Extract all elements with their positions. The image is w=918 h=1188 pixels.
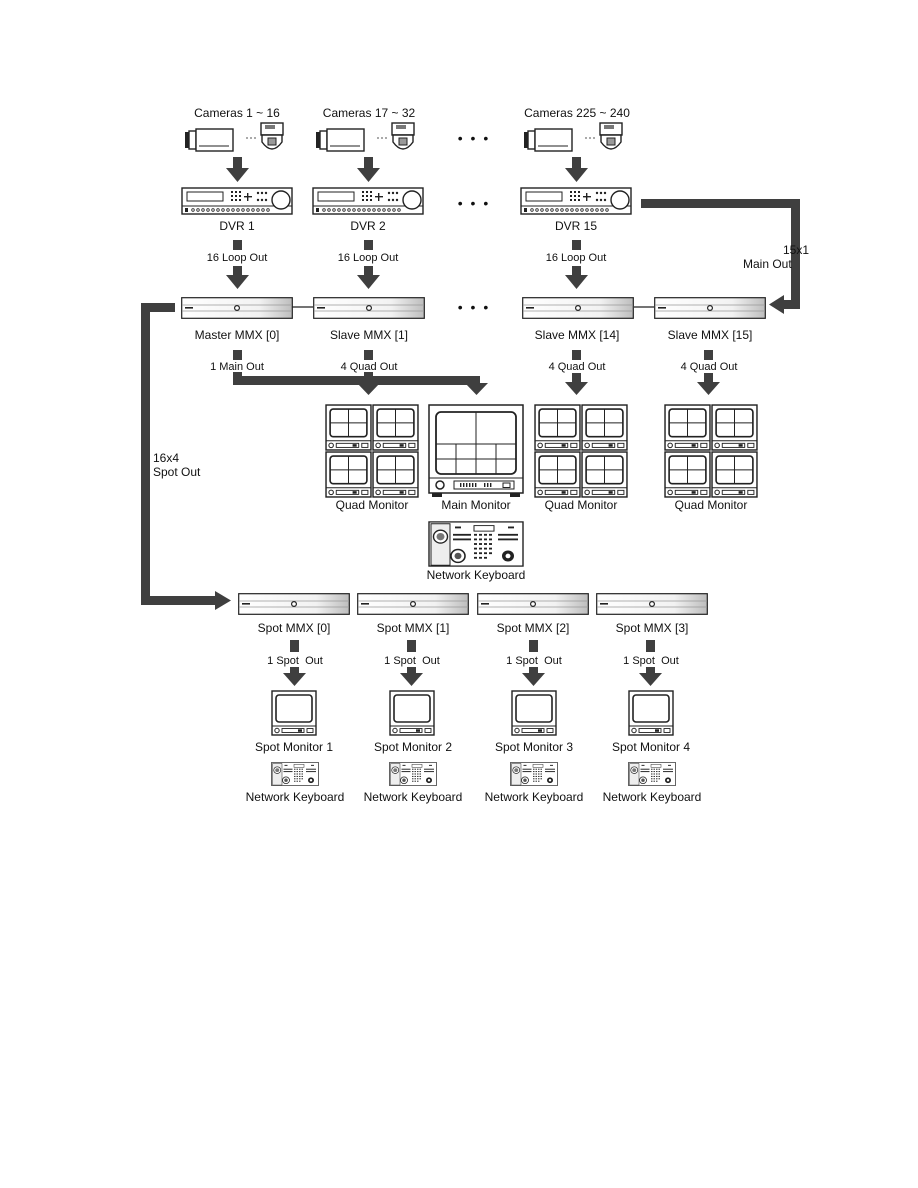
dvr-label: DVR 1 — [219, 219, 255, 233]
network-keyboard-label: Network Keyboard — [602, 790, 702, 804]
camera-group-1 — [185, 122, 245, 158]
spot-out-label: 1 Spot Out — [623, 655, 679, 667]
box-camera-icon — [185, 124, 235, 156]
loop-out-label: 16 Loop Out — [545, 252, 607, 264]
monitor-label: Quad Monitor — [335, 498, 409, 512]
spot-monitor-2-icon — [389, 690, 435, 736]
mmx-output-label: 4 Quad Out — [340, 361, 398, 373]
spot-out-link-label-line2: Spot Out — [153, 465, 201, 479]
main-out-link-label-line2: Main Out — [743, 257, 792, 271]
ellipsis: • • • — [457, 130, 491, 146]
quad-monitor-2-icon — [533, 404, 629, 498]
network-keyboard-icon — [271, 762, 319, 786]
dvr-label: DVR 2 — [350, 219, 386, 233]
spot-mmx-1-icon — [357, 593, 469, 615]
master-mmx-0-icon — [181, 297, 293, 319]
mmx-label: Slave MMX [1] — [329, 328, 409, 342]
dome-camera-icon — [598, 122, 624, 156]
loop-out-label: 16 Loop Out — [206, 252, 268, 264]
camera-group-label: Cameras 225 ~ 240 — [524, 106, 630, 120]
slave-mmx-1-icon — [313, 297, 425, 319]
arrow-camera-to-dvr-2 — [357, 157, 380, 182]
dvr-label: DVR 15 — [554, 219, 598, 233]
spot-mmx-3-icon — [596, 593, 708, 615]
spot-monitor-1-icon — [271, 690, 317, 736]
spot-monitor-label: Spot Monitor 3 — [494, 740, 574, 754]
box-camera-icon — [316, 124, 366, 156]
spot-out-label: 1 Spot Out — [267, 655, 323, 667]
network-keyboard-icon — [628, 762, 676, 786]
network-keyboard-icon — [510, 762, 558, 786]
spot-monitor-label: Spot Monitor 1 — [254, 740, 334, 754]
spot-mmx-2-icon — [477, 593, 589, 615]
mmx-output-label: 1 Main Out — [210, 361, 264, 373]
quad-monitor-3-icon — [663, 404, 759, 498]
network-keyboard-label: Network Keyboard — [484, 790, 584, 804]
camera-group-label: Cameras 1 ~ 16 — [194, 106, 280, 120]
network-keyboard-label: Network Keyboard — [245, 790, 345, 804]
camera-group-2 — [316, 122, 376, 158]
spot-out-link-label-line1: 16x4 — [153, 451, 180, 465]
slave-mmx-14-icon — [522, 297, 634, 319]
monitor-label: Main Monitor — [441, 498, 511, 512]
mmx-label: Master MMX [0] — [194, 328, 280, 342]
mmx-label: Slave MMX [15] — [667, 328, 753, 342]
quad-monitor-1-icon — [324, 404, 420, 498]
slave-mmx-15-icon — [654, 297, 766, 319]
mmx-output-label: 4 Quad Out — [548, 361, 606, 373]
dome-camera-icon — [259, 122, 285, 156]
dvr-1-icon — [181, 187, 293, 215]
dome-camera-icon — [390, 122, 416, 156]
spot-monitor-4-icon — [628, 690, 674, 736]
network-keyboard-label: Network Keyboard — [363, 790, 463, 804]
spot-monitor-label: Spot Monitor 2 — [373, 740, 453, 754]
dvr-2-icon — [312, 187, 424, 215]
spot-out-label: 1 Spot Out — [506, 655, 562, 667]
arrow-camera-to-dvr-1 — [226, 157, 249, 182]
spot-monitor-3-icon — [511, 690, 557, 736]
spot-mmx-0-icon — [238, 593, 350, 615]
main-monitor-icon — [428, 404, 524, 498]
camera-group-3 — [524, 122, 584, 158]
monitor-label: Quad Monitor — [544, 498, 618, 512]
ellipsis: • • • — [457, 195, 491, 211]
network-keyboard-icon — [428, 521, 524, 567]
spot-monitor-label: Spot Monitor 4 — [611, 740, 691, 754]
mmx-label: Slave MMX [14] — [534, 328, 620, 342]
spot-mmx-label: Spot MMX [0] — [257, 621, 331, 635]
spot-mmx-label: Spot MMX [3] — [615, 621, 689, 635]
main-out-link-label-line1: 15x1 — [782, 243, 809, 257]
loop-out-label: 16 Loop Out — [337, 252, 399, 264]
spot-out-label: 1 Spot Out — [384, 655, 440, 667]
network-keyboard-icon — [389, 762, 437, 786]
dvr-15-icon — [520, 187, 632, 215]
camera-group-label: Cameras 17 ~ 32 — [322, 106, 416, 120]
network-keyboard-label: Network Keyboard — [426, 568, 526, 582]
arrow-camera-to-dvr-15 — [565, 157, 588, 182]
ellipsis: • • • — [457, 299, 491, 315]
monitor-label: Quad Monitor — [674, 498, 748, 512]
mmx-output-label: 4 Quad Out — [680, 361, 738, 373]
box-camera-icon — [524, 124, 574, 156]
spot-mmx-label: Spot MMX [2] — [496, 621, 570, 635]
spot-mmx-label: Spot MMX [1] — [376, 621, 450, 635]
